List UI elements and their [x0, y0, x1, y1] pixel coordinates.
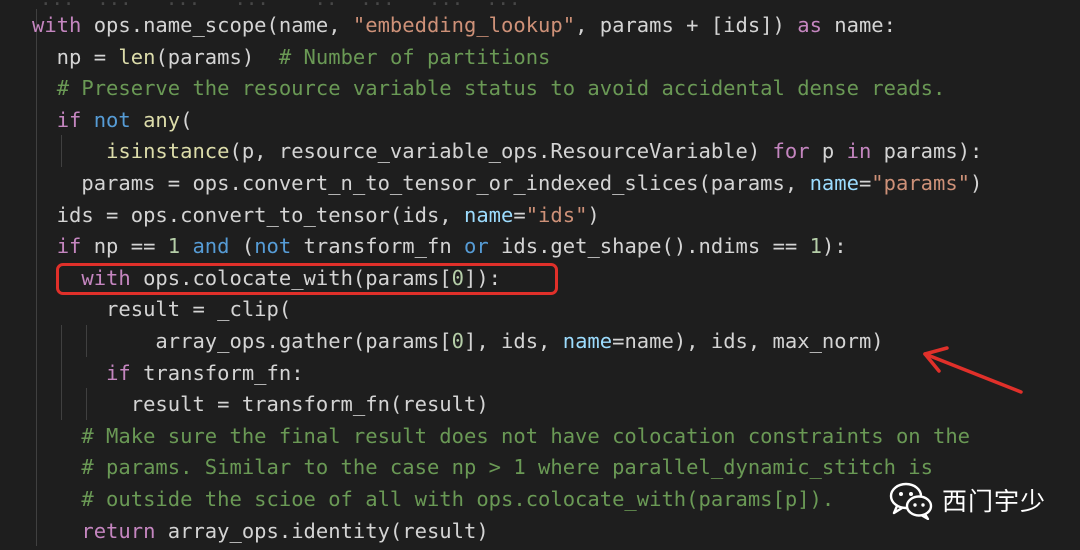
- code-line: ids = ops.convert_to_tensor(ids, name="i…: [32, 199, 600, 231]
- code-token: # Make sure the final result does not ha…: [81, 423, 971, 448]
- code-token: as: [797, 13, 822, 37]
- code-token: (p, resource_variable_ops.ResourceVariab…: [229, 139, 773, 164]
- code-line: np = len(params) # Number of partitions: [32, 41, 551, 73]
- code-line: if np == 1 and (not transform_fn or ids.…: [32, 230, 847, 262]
- code-token: and: [192, 234, 230, 259]
- code-token: ):: [821, 234, 847, 259]
- code-token: isinstance: [106, 139, 230, 164]
- code-token: # Number of partitions: [278, 44, 551, 69]
- code-token: in: [846, 139, 872, 164]
- code-line: params = ops.convert_n_to_tensor_or_inde…: [32, 167, 982, 199]
- code-token: 0: [451, 329, 464, 353]
- code-line: # params. Similar to the case np > 1 whe…: [32, 451, 933, 483]
- code-token: , params + [ids]): [575, 13, 798, 37]
- code-token: name: [463, 202, 514, 227]
- partial-top-line: ... ... ... ... .: ... ... ...: [40, 0, 520, 10]
- code-line: with ops.name_scope(name, "embedding_loo…: [32, 9, 896, 41]
- code-line: # Make sure the final result does not ha…: [32, 420, 970, 452]
- code-token: with: [32, 13, 82, 37]
- code-token: 1: [167, 234, 181, 259]
- code-token: if: [56, 234, 82, 259]
- code-token: not: [93, 107, 131, 132]
- code-token: =: [513, 202, 526, 227]
- code-token: ids = ops.convert_to_tensor(ids,: [32, 202, 464, 227]
- code-token: ], ids,: [463, 329, 563, 353]
- watermark: 西门宇少: [888, 478, 1046, 522]
- code-token: ids.get_shape().ndims ==: [488, 234, 810, 259]
- code-token: =name), ids, max_norm): [612, 329, 884, 353]
- code-token: transform_fn:: [130, 360, 304, 385]
- red-arrow: [923, 346, 1023, 394]
- code-token: name: [809, 171, 859, 195]
- code-token: np ==: [81, 234, 168, 259]
- code-token: name: [562, 329, 613, 353]
- code-token: ops.name_scope(name,: [81, 13, 353, 37]
- code-line: # outside the scioe of all with ops.colo…: [32, 483, 834, 515]
- code-token: # outside the scioe of all with ops.colo…: [81, 487, 835, 511]
- highlight-box: [56, 263, 558, 295]
- code-token: return: [81, 518, 156, 543]
- code-line: # Preserve the resource variable status …: [32, 72, 946, 104]
- code-token: "params": [871, 171, 971, 195]
- code-token: params):: [871, 139, 983, 164]
- code-token: # Preserve the resource variable status …: [56, 76, 946, 101]
- code-line: if transform_fn:: [32, 357, 304, 389]
- code-token: or: [464, 234, 489, 259]
- code-line: isinstance(p, resource_variable_ops.Reso…: [32, 135, 982, 167]
- code-line: if not any(: [32, 104, 193, 136]
- code-token: "ids": [525, 202, 588, 227]
- code-token: not: [254, 234, 292, 259]
- code-token: 1: [809, 234, 822, 259]
- code-token: result = _clip(: [32, 297, 292, 322]
- code-token: (: [229, 234, 255, 259]
- code-token: if: [106, 360, 131, 385]
- code-token: name:: [821, 13, 896, 37]
- code-token: array_ops.identity(result): [155, 518, 489, 543]
- code-line: array_ops.gather(params[0], ids, name=na…: [32, 325, 884, 357]
- code-token: len: [118, 44, 156, 69]
- code-token: ): [970, 171, 983, 195]
- code-token: ): [587, 202, 600, 227]
- code-line: return array_ops.identity(result): [32, 515, 489, 547]
- code-token: result = transform_fn(result): [32, 392, 489, 417]
- code-token: array_ops.gather(params[: [32, 329, 452, 353]
- code-token: (: [180, 107, 193, 132]
- code-token: for: [772, 139, 810, 164]
- code-token: =: [858, 171, 872, 195]
- code-token: params = ops.convert_n_to_tensor_or_inde…: [32, 171, 810, 195]
- editor-gutter: [0, 0, 18, 550]
- code-token: "embedding_lookup": [352, 13, 576, 37]
- code-token: p: [809, 139, 847, 164]
- code-token: np =: [32, 44, 119, 69]
- code-line: result = transform_fn(result): [32, 388, 489, 420]
- code-token: # params. Similar to the case np > 1 whe…: [81, 455, 933, 480]
- wechat-icon: [889, 482, 933, 520]
- code-token: if: [56, 107, 82, 132]
- code-token: transform_fn: [291, 234, 465, 259]
- watermark-text: 西门宇少: [942, 487, 1047, 516]
- code-token: (params): [155, 44, 279, 69]
- code-line: result = _clip(: [32, 293, 291, 325]
- code-token: any: [143, 107, 181, 132]
